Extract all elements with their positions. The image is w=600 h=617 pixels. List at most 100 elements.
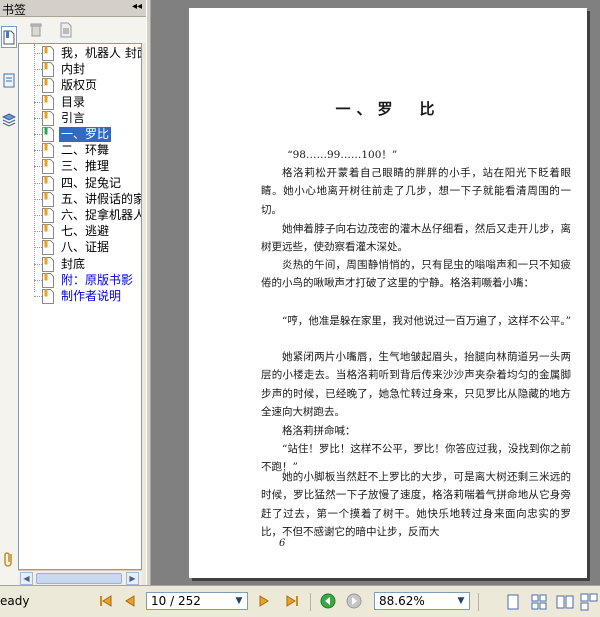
bookmark-item[interactable]: 内封 — [19, 61, 141, 78]
attachment-icon — [4, 552, 12, 567]
facing-view-button[interactable] — [556, 593, 574, 611]
body-paragraph: 格洛莉松开蒙着自己眼睛的胖胖的小手，站在阳光下眨着眼睛。她小心地离开树往前走了几… — [261, 167, 571, 216]
document-view[interactable]: 一、罗 比 “98……99……100！” 格洛莉松开蒙着自己眼睛的胖胖的小手，站在… — [151, 0, 600, 585]
bookmark-page-icon — [42, 224, 54, 240]
bookmark-item[interactable]: 制作者说明 — [19, 288, 141, 305]
bookmark-options-button[interactable] — [58, 22, 74, 38]
zoom-field[interactable]: 88.62% ▼ — [374, 592, 470, 610]
last-page-button[interactable] — [284, 593, 300, 609]
bookmark-page-icon — [42, 62, 54, 78]
pages-panel-button[interactable] — [1, 70, 17, 92]
bookmark-item[interactable]: 三、推理 — [19, 158, 141, 175]
last-page-icon — [286, 595, 298, 607]
bookmark-item[interactable]: 六、捉拿机器人 — [19, 207, 142, 224]
continuous-facing-view-button[interactable] — [580, 593, 598, 611]
bookmark-item[interactable]: 版权页 — [19, 77, 141, 94]
bookmarks-toolbar — [18, 17, 146, 43]
bookmark-page-icon — [42, 127, 54, 142]
bookmark-options-icon — [60, 22, 72, 38]
tree-connector — [34, 85, 42, 87]
bookmark-item[interactable]: 封底 — [19, 256, 141, 273]
bookmark-item[interactable]: 我，机器人 封面 — [19, 45, 141, 62]
tree-connector — [34, 117, 42, 119]
scroll-thumb[interactable] — [36, 573, 122, 584]
scroll-left-button[interactable]: ◀ — [20, 572, 33, 585]
bookmark-tree: 我，机器人 封面 内封 版权页 目录 引言一、罗比 二、环舞 三、推理 四、捉兔记 五、讲假话的… — [18, 43, 142, 570]
bookmark-label: 七、逃避 — [61, 224, 110, 239]
first-page-button[interactable] — [98, 593, 114, 609]
zoom-value: 88.62% — [379, 594, 425, 608]
bookmark-label: 一、罗比 — [59, 127, 112, 142]
facing-view-icon — [556, 595, 574, 609]
delete-bookmark-button[interactable] — [28, 22, 44, 38]
body-paragraph: 格洛莉拼命喊： — [282, 425, 356, 437]
bookmark-page-icon — [42, 143, 54, 159]
go-forward-button[interactable] — [346, 593, 362, 609]
bookmark-item[interactable]: 七、逃避 — [19, 223, 141, 240]
status-bar: eady 10 / 252 ▼ 88.62% ▼ — [0, 585, 600, 617]
bookmark-item[interactable]: 五、讲假话的家伙 — [19, 191, 141, 208]
bookmark-label: 附：原版书影 — [61, 272, 134, 287]
bookmark-label: 制作者说明 — [61, 289, 122, 303]
bookmark-item[interactable]: 一、罗比 — [19, 126, 141, 143]
bookmark-label: 六、捉拿机器人 — [61, 208, 142, 222]
tree-connector — [34, 134, 42, 135]
bookmark-label: 二、环舞 — [61, 143, 110, 158]
go-back-icon — [320, 593, 336, 609]
layers-panel-button[interactable] — [1, 110, 17, 132]
bookmark-label: 封底 — [61, 256, 86, 271]
bookmark-item[interactable]: 引言 — [19, 110, 141, 127]
bookmark-page-icon — [42, 208, 54, 223]
status-separator — [478, 593, 479, 611]
bookmark-item[interactable]: 二、环舞 — [19, 142, 141, 159]
tree-connector — [34, 150, 42, 152]
page-number-field[interactable]: 10 / 252 ▼ — [146, 592, 248, 610]
bookmarks-horizontal-scrollbar[interactable]: ◀ ▶ — [18, 570, 142, 586]
bookmark-item[interactable]: 目录 — [19, 94, 141, 111]
bookmark-page-icon — [42, 78, 54, 94]
body-paragraph: 她紧闭两片小嘴唇，生气地皱起眉头，抬腿向林荫道另一头两层的小楼走去。当格洛莉听到… — [261, 351, 571, 419]
page-dropdown-button[interactable]: ▼ — [231, 593, 247, 609]
continuous-view-icon — [531, 594, 547, 610]
body-paragraph: 她的小脚板当然赶不上罗比的大步，可是离大树还剩三米远的时候，罗比猛然一下子放慢了… — [261, 471, 571, 539]
tree-connector — [34, 247, 42, 249]
bookmark-item[interactable]: 四、捉兔记 — [19, 175, 141, 192]
bookmarks-header: 书签 ◂◂ — [0, 0, 146, 17]
status-separator — [310, 593, 311, 611]
go-back-button[interactable] — [320, 593, 336, 609]
page-number-value: 10 / 252 — [151, 594, 201, 608]
previous-page-button[interactable] — [122, 593, 138, 609]
bookmarks-title: 书签 — [2, 3, 27, 17]
bookmark-page-icon — [42, 175, 54, 191]
bookmark-label: 八、证据 — [61, 240, 110, 255]
continuous-view-button[interactable] — [530, 593, 548, 611]
bookmark-label: 版权页 — [61, 78, 98, 93]
delete-bookmark-icon — [30, 23, 42, 37]
attachments-panel-button[interactable] — [1, 548, 17, 570]
bookmark-label: 三、推理 — [61, 159, 110, 174]
body-paragraph: “98……99……100！” — [287, 149, 398, 161]
status-text: eady — [0, 594, 30, 608]
next-page-button[interactable] — [256, 593, 272, 609]
tree-connector — [34, 166, 42, 168]
tree-connector — [34, 279, 42, 281]
single-page-view-button[interactable] — [504, 593, 522, 611]
bookmark-item[interactable]: 附：原版书影 — [19, 272, 141, 289]
scroll-right-button[interactable]: ▶ — [126, 572, 139, 585]
body-paragraph: “哼，他准是躲在家里，我对他说过一百万遍了，这样不公平。” — [282, 315, 571, 327]
body-paragraph: 她伸着脖子向右边茂密的灌木丛仔细看，然后又走开儿步，离树更远些，使劲察看灌木深处… — [261, 223, 571, 254]
navigation-rail — [0, 0, 19, 585]
chapter-title: 一、罗 比 — [335, 100, 441, 118]
collapse-panel-button[interactable]: ◂◂ — [132, 1, 142, 12]
bookmark-label: 内封 — [61, 62, 86, 77]
bookmark-label: 引言 — [61, 110, 86, 125]
bookmark-item[interactable]: 八、证据 — [19, 239, 141, 256]
bookmarks-panel-button[interactable] — [1, 26, 17, 48]
bookmark-label: 四、捉兔记 — [61, 175, 122, 190]
tree-connector — [34, 101, 42, 103]
bookmark-page-icon — [42, 110, 54, 126]
zoom-dropdown-button[interactable]: ▼ — [453, 593, 469, 609]
document-page: 一、罗 比 “98……99……100！” 格洛莉松开蒙着自己眼睛的胖胖的小手，站在… — [189, 8, 587, 578]
single-page-view-icon — [507, 594, 519, 610]
tree-connector — [34, 296, 42, 297]
